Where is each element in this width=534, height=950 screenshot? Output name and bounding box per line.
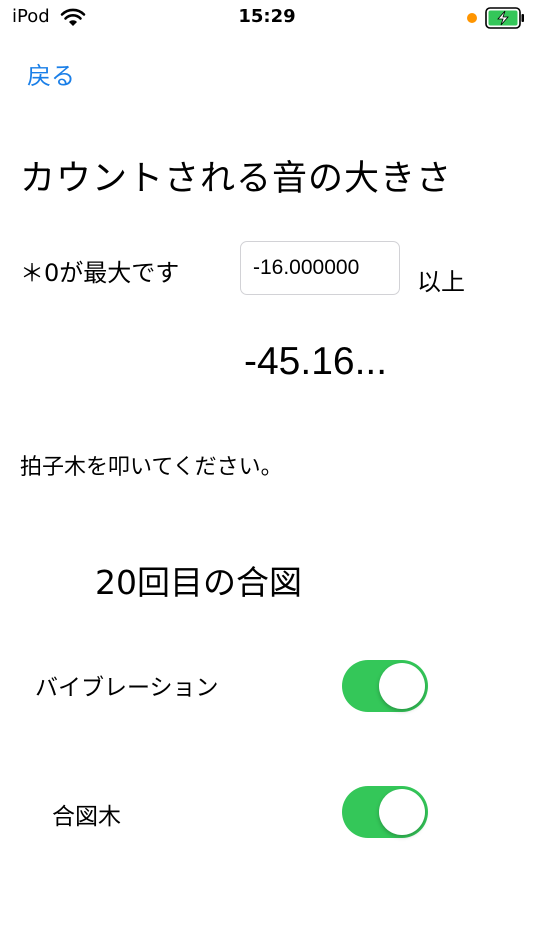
clapper-toggle[interactable]: [342, 786, 428, 838]
count-label: 20回目の合図: [95, 563, 302, 602]
back-button[interactable]: 戻る: [27, 56, 75, 91]
instruction-text: 拍子木を叩いてください。: [20, 455, 283, 480]
vibration-toggle[interactable]: [342, 660, 428, 712]
threshold-unit-label: 以上: [417, 268, 465, 296]
status-time: 15:29: [238, 6, 296, 27]
clapper-label: 合図木: [52, 804, 121, 830]
vibration-label: バイブレーション: [35, 675, 219, 701]
threshold-input[interactable]: [240, 241, 400, 295]
microphone-in-use-dot: [467, 13, 477, 23]
status-bar: iPod 15:29: [0, 0, 534, 40]
toggle-knob: [379, 663, 425, 709]
page-title: カウントされる音の大きさ: [20, 159, 453, 199]
max-note-label: ＊0が最大です: [20, 259, 180, 287]
toggle-knob: [379, 789, 425, 835]
battery-charging-icon: [485, 7, 524, 29]
current-level-readout: -45.16...: [244, 340, 388, 383]
